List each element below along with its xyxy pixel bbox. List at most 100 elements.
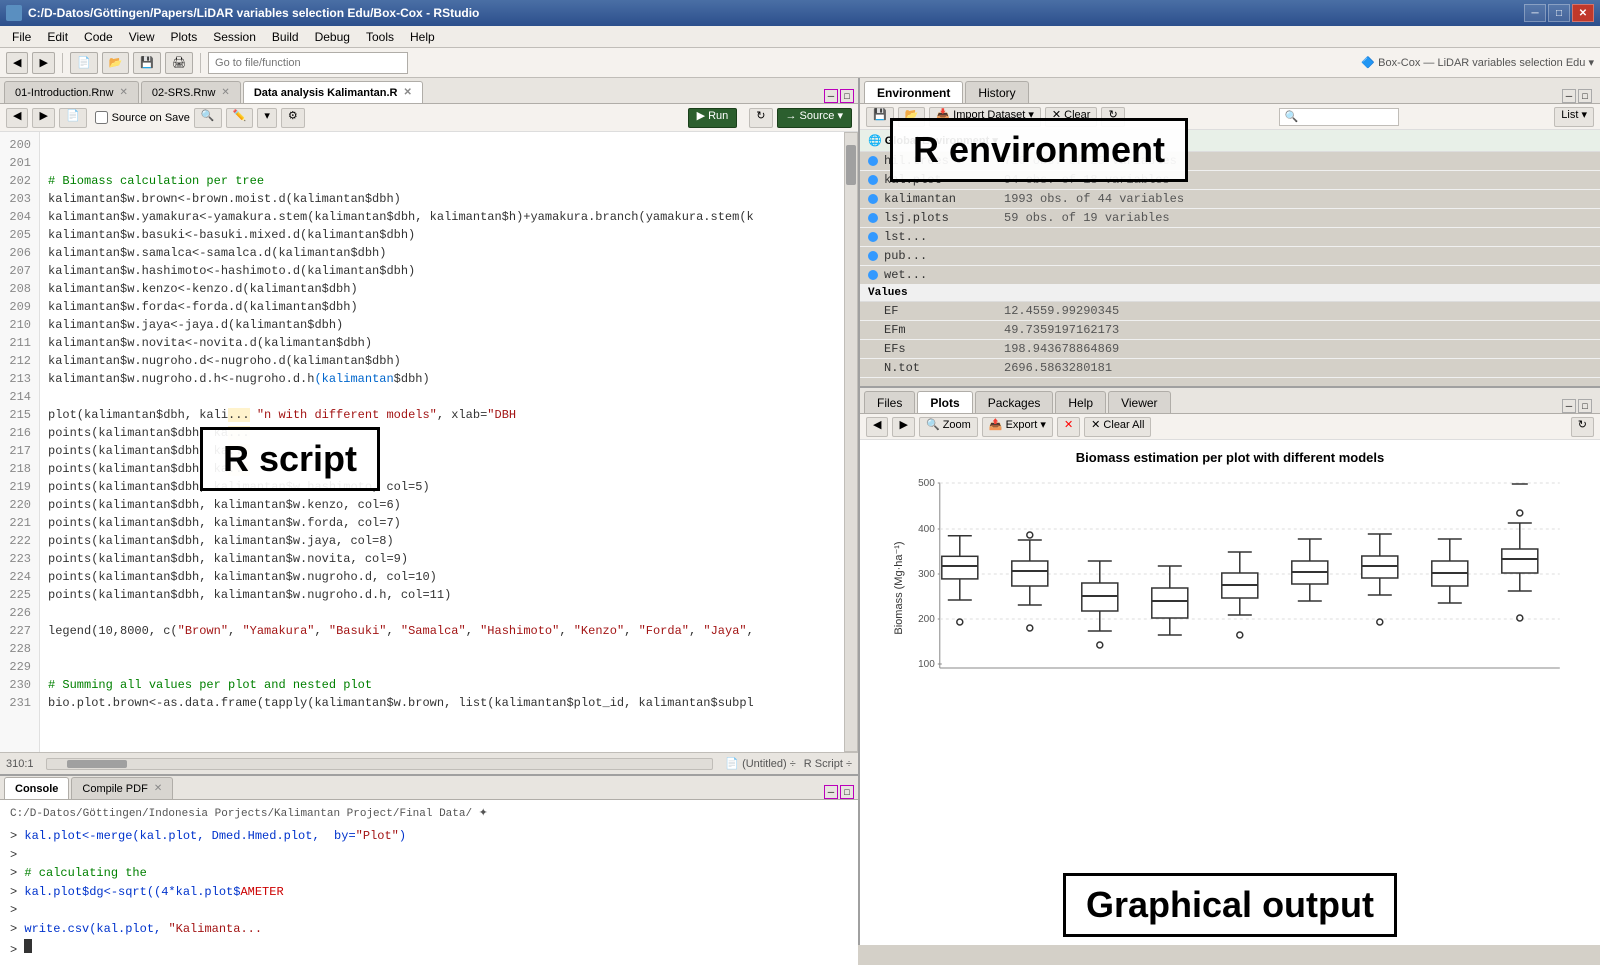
tab-close-intro[interactable]: ✕ bbox=[119, 87, 127, 98]
close-button[interactable]: ✕ bbox=[1572, 4, 1594, 22]
env-efs[interactable]: EFs 198.943678864869 bbox=[860, 340, 1600, 359]
env-dot bbox=[868, 175, 878, 185]
horizontal-scrollbar[interactable] bbox=[46, 758, 714, 770]
editor-maximize[interactable]: □ bbox=[840, 89, 854, 103]
env-lsj-plots[interactable]: lsj.plots 59 obs. of 19 variables bbox=[860, 209, 1600, 228]
env-ntot[interactable]: N.tot 2696.5863280181 bbox=[860, 359, 1600, 378]
env-dot bbox=[868, 232, 878, 242]
menu-session[interactable]: Session bbox=[205, 28, 264, 46]
menu-tools[interactable]: Tools bbox=[358, 28, 402, 46]
svg-text:200: 200 bbox=[918, 614, 935, 625]
more-btn[interactable]: ▾ bbox=[257, 108, 277, 128]
console-line-4: > kal.plot$dg<-sqrt((4*kal.plot$AMETER bbox=[10, 883, 848, 902]
plot-back-btn[interactable]: ◀ bbox=[866, 417, 888, 437]
menu-file[interactable]: File bbox=[4, 28, 39, 46]
env-dot bbox=[868, 306, 878, 316]
source-on-save-label: Source on Save bbox=[112, 112, 190, 124]
env-dot bbox=[868, 194, 878, 204]
editor-minimize[interactable]: ─ bbox=[824, 89, 838, 103]
save-source-btn[interactable]: 📄 bbox=[59, 108, 87, 128]
plot-forward-btn[interactable]: ▶ bbox=[892, 417, 914, 437]
tab-close-srs[interactable]: ✕ bbox=[221, 87, 229, 98]
env-dot bbox=[868, 325, 878, 335]
menu-debug[interactable]: Debug bbox=[307, 28, 358, 46]
tab-packages[interactable]: Packages bbox=[975, 391, 1054, 413]
plots-maximize[interactable]: □ bbox=[1578, 399, 1592, 413]
env-lst[interactable]: lst... bbox=[860, 228, 1600, 247]
nav-back-btn[interactable]: ◀ bbox=[6, 108, 28, 128]
search-btn[interactable]: 🔍 bbox=[194, 108, 222, 128]
env-kalimantan[interactable]: kalimantan 1993 obs. of 44 variables bbox=[860, 190, 1600, 209]
menu-plots[interactable]: Plots bbox=[163, 28, 206, 46]
tab-console[interactable]: Console bbox=[4, 777, 69, 799]
forward-button[interactable]: ▶ bbox=[32, 52, 54, 74]
tab-close-kal[interactable]: ✕ bbox=[403, 87, 411, 98]
menu-help[interactable]: Help bbox=[402, 28, 443, 46]
env-minimize[interactable]: ─ bbox=[1562, 89, 1576, 103]
tab-kalimantan[interactable]: Data analysis Kalimantan.R ✕ bbox=[243, 81, 423, 103]
tab-environment[interactable]: Environment bbox=[864, 81, 963, 103]
delete-plot-btn[interactable]: ✕ bbox=[1057, 417, 1080, 437]
back-button[interactable]: ◀ bbox=[6, 52, 28, 74]
open-file-button[interactable]: 📂 bbox=[102, 52, 130, 74]
menu-edit[interactable]: Edit bbox=[39, 28, 76, 46]
tab-compile-pdf[interactable]: Compile PDF ✕ bbox=[71, 777, 173, 799]
box-3 bbox=[1082, 561, 1118, 648]
export-btn[interactable]: 📤 Export ▾ bbox=[982, 417, 1053, 437]
line-numbers: 2002012022032042052062072082092102112122… bbox=[0, 132, 40, 752]
tab-history[interactable]: History bbox=[965, 81, 1028, 103]
env-maximize[interactable]: □ bbox=[1578, 89, 1592, 103]
tab-plots[interactable]: Plots bbox=[917, 391, 972, 413]
scrollbar-thumb[interactable] bbox=[846, 145, 856, 185]
env-pub[interactable]: pub... bbox=[860, 247, 1600, 266]
menu-code[interactable]: Code bbox=[76, 28, 121, 46]
options-btn[interactable]: ⚙ bbox=[281, 108, 305, 128]
box-6 bbox=[1292, 539, 1328, 601]
env-tab-bar: Environment History ─ □ bbox=[860, 78, 1600, 104]
tab-viewer[interactable]: Viewer bbox=[1108, 391, 1170, 413]
code-editor[interactable]: 2002012022032042052062072082092102112122… bbox=[0, 132, 858, 752]
maximize-button[interactable]: □ bbox=[1548, 4, 1570, 22]
source-button[interactable]: → Source ▾ bbox=[777, 108, 853, 128]
plot-refresh-btn[interactable]: ↻ bbox=[1571, 417, 1594, 437]
plot-title: Biomass estimation per plot with differe… bbox=[1076, 450, 1384, 465]
menu-build[interactable]: Build bbox=[264, 28, 307, 46]
run-button[interactable]: ▶ Run bbox=[688, 108, 738, 128]
main-layout: 01-Introduction.Rnw ✕ 02-SRS.Rnw ✕ Data … bbox=[0, 78, 1600, 945]
console-path: C:/D-Datos/Göttingen/Indonesia Porjects/… bbox=[10, 806, 848, 823]
plots-minimize[interactable]: ─ bbox=[1562, 399, 1576, 413]
console-line-7: > bbox=[10, 939, 848, 960]
editor-scrollbar[interactable] bbox=[844, 132, 858, 752]
goto-input[interactable] bbox=[208, 52, 408, 74]
zoom-btn[interactable]: 🔍 Zoom bbox=[919, 417, 978, 437]
tab-help[interactable]: Help bbox=[1055, 391, 1106, 413]
list-view-btn[interactable]: List ▾ bbox=[1554, 107, 1594, 127]
save-button[interactable]: 💾 bbox=[133, 52, 161, 74]
box-1 bbox=[942, 536, 978, 625]
tab-srs[interactable]: 02-SRS.Rnw ✕ bbox=[141, 81, 241, 103]
new-file-button[interactable]: 📄 bbox=[70, 52, 98, 74]
source-on-save-checkbox[interactable] bbox=[95, 111, 108, 124]
nav-forward-btn[interactable]: ▶ bbox=[32, 108, 54, 128]
env-wet[interactable]: wet... bbox=[860, 266, 1600, 285]
env-search-input[interactable] bbox=[1279, 108, 1399, 126]
code-text[interactable]: # Biomass calculation per tree kalimanta… bbox=[40, 132, 844, 752]
svg-text:500: 500 bbox=[918, 478, 935, 489]
env-efm[interactable]: EFm 49.7359197162173 bbox=[860, 321, 1600, 340]
tab-files[interactable]: Files bbox=[864, 391, 915, 413]
env-ef[interactable]: EF 12.4559.99290345 bbox=[860, 302, 1600, 321]
main-toolbar: ◀ ▶ 📄 📂 💾 🖨 🔷 Box-Cox — LiDAR variables … bbox=[0, 48, 1600, 78]
tab-close-pdf[interactable]: ✕ bbox=[154, 783, 162, 794]
values-section: Values bbox=[860, 285, 1600, 302]
clear-all-plots-btn[interactable]: ✕ Clear All bbox=[1084, 417, 1151, 437]
print-button[interactable]: 🖨 bbox=[165, 52, 193, 74]
console-minimize[interactable]: ─ bbox=[824, 785, 838, 799]
console-maximize[interactable]: □ bbox=[840, 785, 854, 799]
minimize-button[interactable]: ─ bbox=[1524, 4, 1546, 22]
env-dot bbox=[868, 363, 878, 373]
svg-text:100: 100 bbox=[918, 659, 935, 670]
tab-introduction[interactable]: 01-Introduction.Rnw ✕ bbox=[4, 81, 139, 103]
menu-view[interactable]: View bbox=[121, 28, 163, 46]
rerun-btn[interactable]: ↻ bbox=[749, 108, 772, 128]
edit-btn[interactable]: ✏️ bbox=[226, 108, 254, 128]
